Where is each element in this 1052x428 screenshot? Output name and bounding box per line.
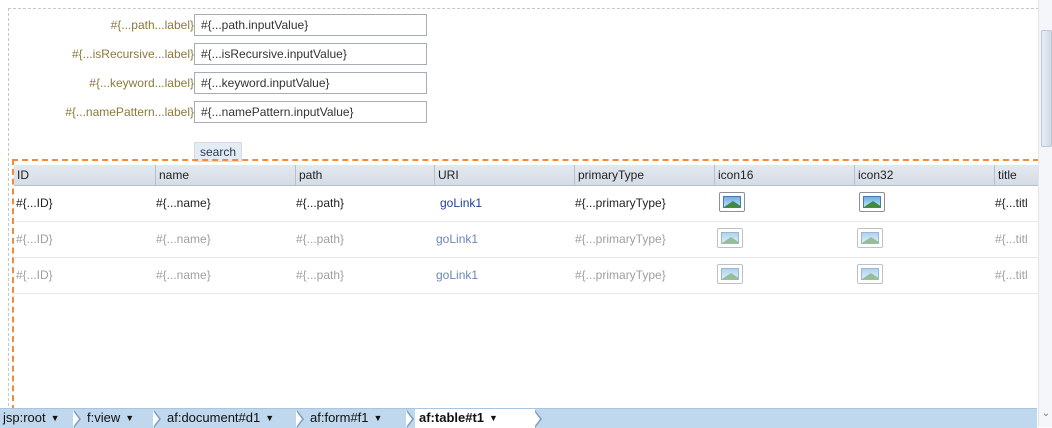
cell-name: #{...name} — [156, 268, 211, 282]
image-placeholder-icon — [857, 264, 883, 284]
results-table[interactable]: ID name path URI primaryType icon16 icon… — [12, 159, 1039, 411]
breadcrumb-separator-icon — [534, 410, 542, 428]
column-header-path[interactable]: path — [295, 165, 434, 185]
chevron-down-icon[interactable]: ▼ — [489, 409, 498, 427]
breadcrumb-label: af:document#d1 — [167, 410, 261, 425]
breadcrumb-item-af-table[interactable]: af:table#t1 ▼ — [419, 409, 498, 428]
breadcrumb-separator-icon — [153, 410, 161, 428]
cell-path: #{...path} — [296, 268, 345, 282]
golink-link[interactable]: goLink1 — [436, 268, 478, 282]
image-placeholder-icon — [857, 228, 883, 248]
breadcrumb-label: f:view — [87, 410, 121, 425]
breadcrumb-label: af:table#t1 — [419, 410, 485, 425]
golink-link[interactable]: goLink1 — [436, 232, 478, 246]
breadcrumb-item-af-form[interactable]: af:form#f1 ▼ — [310, 409, 382, 428]
cell-primarytype: #{...primaryType} — [575, 196, 666, 210]
namepattern-label: #{...namePattern...label} — [65, 105, 194, 119]
chevron-down-icon[interactable]: ▼ — [51, 409, 60, 427]
breadcrumb-separator-icon — [73, 410, 81, 428]
breadcrumb-item-jsp-root[interactable]: jsp:root ▼ — [3, 409, 60, 428]
cell-id: #{...ID} — [16, 196, 53, 210]
design-canvas: #{...path...label} #{...path.inputValue}… — [8, 8, 1039, 411]
isrecursive-input[interactable]: #{...isRecursive.inputValue} — [194, 43, 427, 65]
form-row-namepattern: #{...namePattern...label} #{...namePatte… — [9, 101, 1039, 130]
keyword-label: #{...keyword...label} — [89, 76, 194, 90]
image-placeholder-icon — [859, 192, 885, 212]
breadcrumb-separator-icon — [296, 410, 304, 428]
cell-id: #{...ID} — [16, 268, 53, 282]
cell-name: #{...name} — [156, 196, 211, 210]
image-placeholder-icon — [717, 264, 743, 284]
golink-link[interactable]: goLink1 — [440, 196, 482, 210]
cell-title: #{...titl — [995, 196, 1028, 210]
cell-id: #{...ID} — [16, 232, 53, 246]
column-header-name[interactable]: name — [155, 165, 295, 185]
column-header-icon16[interactable]: icon16 — [714, 165, 854, 185]
chevron-down-icon[interactable]: ⌄ — [1041, 408, 1051, 420]
chevron-down-icon[interactable]: ▼ — [125, 409, 134, 427]
column-header-primarytype[interactable]: primaryType — [574, 165, 714, 185]
keyword-input[interactable]: #{...keyword.inputValue} — [194, 72, 427, 94]
vertical-scrollbar[interactable]: ⌄ — [1038, 0, 1052, 427]
component-breadcrumb: jsp:root ▼ f:view ▼ af:document#d1 ▼ af:for… — [0, 408, 1037, 428]
chevron-down-icon[interactable]: ▼ — [374, 409, 383, 427]
image-placeholder-icon — [717, 228, 743, 248]
search-form: #{...path...label} #{...path.inputValue}… — [9, 14, 1039, 162]
isrecursive-label: #{...isRecursive...label} — [71, 47, 194, 61]
scrollbar-thumb[interactable] — [1041, 30, 1052, 147]
chevron-down-icon[interactable]: ▼ — [265, 409, 274, 427]
path-label: #{...path...label} — [110, 18, 194, 32]
breadcrumb-separator-icon — [406, 410, 414, 428]
cell-title: #{...titl — [995, 232, 1028, 246]
image-placeholder-icon — [719, 192, 745, 212]
breadcrumb-label: af:form#f1 — [310, 410, 369, 425]
cell-path: #{...path} — [296, 196, 345, 210]
column-header-icon32[interactable]: icon32 — [854, 165, 994, 185]
cell-title: #{...titl — [995, 268, 1028, 282]
cell-primarytype: #{...primaryType} — [575, 268, 666, 282]
breadcrumb-label: jsp:root — [3, 410, 46, 425]
column-header-id[interactable]: ID — [14, 165, 155, 185]
form-row-keyword: #{...keyword...label} #{...keyword.input… — [9, 72, 1039, 101]
table-header: ID name path URI primaryType icon16 icon… — [14, 165, 1039, 186]
breadcrumb-item-f-view[interactable]: f:view ▼ — [87, 409, 134, 428]
table-row[interactable]: #{...ID} #{...name} #{...path} goLink1 #… — [14, 258, 1039, 294]
form-row-path: #{...path...label} #{...path.inputValue} — [9, 14, 1039, 43]
table-row[interactable]: #{...ID} #{...name} #{...path} goLink1 #… — [14, 186, 1039, 222]
cell-primarytype: #{...primaryType} — [575, 232, 666, 246]
cell-name: #{...name} — [156, 232, 211, 246]
breadcrumb-item-af-document[interactable]: af:document#d1 ▼ — [167, 409, 274, 428]
namepattern-input[interactable]: #{...namePattern.inputValue} — [194, 101, 427, 123]
cell-path: #{...path} — [296, 232, 345, 246]
column-header-title[interactable]: title — [994, 165, 1039, 185]
column-header-uri[interactable]: URI — [434, 165, 574, 185]
form-row-isrecursive: #{...isRecursive...label} #{...isRecursi… — [9, 43, 1039, 72]
table-row[interactable]: #{...ID} #{...name} #{...path} goLink1 #… — [14, 222, 1039, 258]
path-input[interactable]: #{...path.inputValue} — [194, 14, 427, 36]
